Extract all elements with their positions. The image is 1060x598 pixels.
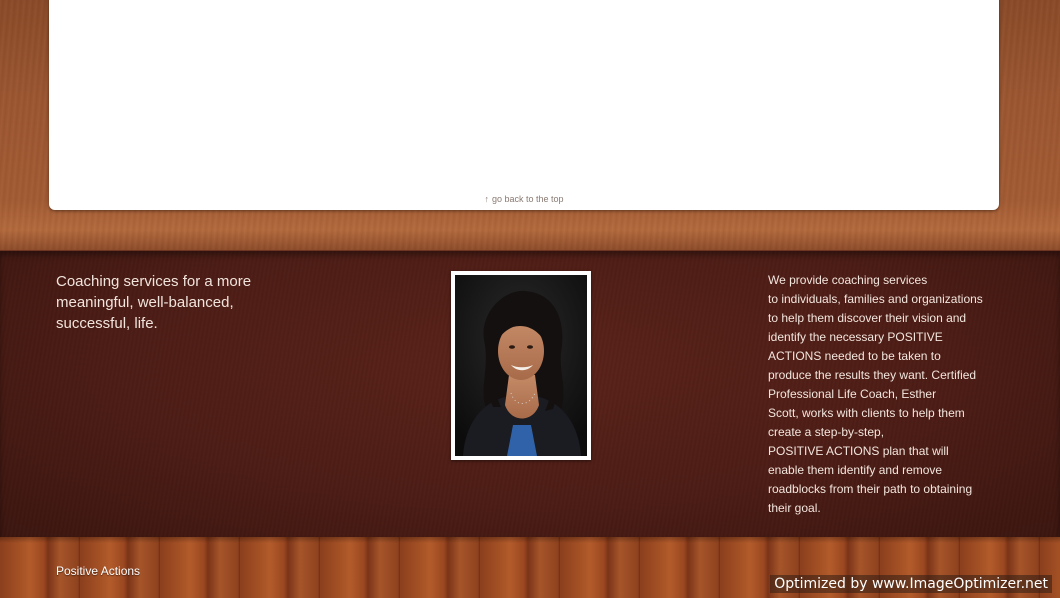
footer-section: Coaching services for a more meaningful,… [0,250,1060,538]
coach-photo [455,275,587,456]
bottom-wood-bar: Positive Actions Optimized by www.ImageO… [0,537,1060,598]
up-arrow-icon: ↑ [484,194,489,204]
footer-description: We provide coaching services to individu… [768,273,983,515]
back-to-top[interactable]: ↑ go back to the top [49,194,999,204]
top-leather-band: ↑ go back to the top [0,0,1060,250]
coach-photo-frame [451,271,591,460]
optimizer-watermark: Optimized by www.ImageOptimizer.net [770,575,1052,593]
back-to-top-link[interactable]: go back to the top [492,194,564,204]
content-panel: ↑ go back to the top [49,0,999,210]
footer-tagline: Coaching services for a more meaningful,… [56,273,252,332]
site-brand[interactable]: Positive Actions [56,564,140,578]
